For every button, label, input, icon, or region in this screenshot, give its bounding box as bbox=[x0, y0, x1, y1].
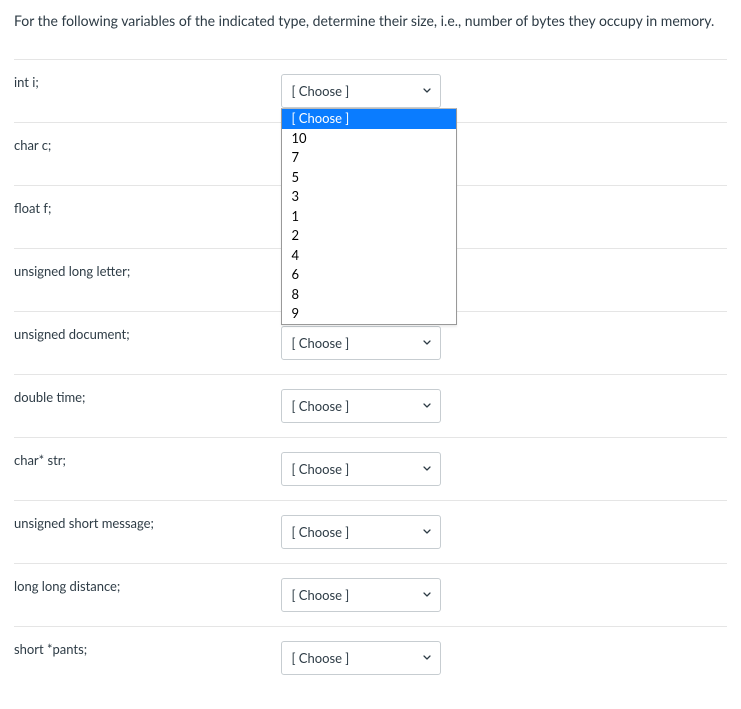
dropdown-option[interactable]: 1 bbox=[282, 207, 456, 227]
variable-row: long long distance;[ Choose ] bbox=[14, 563, 727, 626]
variable-label: long long distance; bbox=[14, 578, 281, 594]
variable-rows: int i;[ Choose ][ Choose ]10753124689cha… bbox=[14, 59, 727, 689]
variable-row: unsigned short message;[ Choose ] bbox=[14, 500, 727, 563]
dropdown-option[interactable]: 6 bbox=[282, 265, 456, 285]
size-select[interactable]: [ Choose ] bbox=[281, 641, 441, 675]
variable-label: float f; bbox=[14, 200, 281, 216]
size-select-wrap: [ Choose ] bbox=[281, 326, 441, 360]
dropdown-option[interactable]: 7 bbox=[282, 148, 456, 168]
size-select-wrap: [ Choose ][ Choose ]10753124689 bbox=[281, 74, 441, 108]
size-select-wrap: [ Choose ] bbox=[281, 578, 441, 612]
variable-label: double time; bbox=[14, 389, 281, 405]
size-select[interactable]: [ Choose ] bbox=[281, 74, 441, 108]
variable-label: unsigned document; bbox=[14, 326, 281, 342]
variable-label: unsigned long letter; bbox=[14, 263, 281, 279]
variable-row: int i;[ Choose ][ Choose ]10753124689 bbox=[14, 59, 727, 122]
variable-label: unsigned short message; bbox=[14, 515, 281, 531]
size-select[interactable]: [ Choose ] bbox=[281, 389, 441, 423]
size-select[interactable]: [ Choose ] bbox=[281, 578, 441, 612]
variable-row: double time;[ Choose ] bbox=[14, 374, 727, 437]
size-select-wrap: [ Choose ] bbox=[281, 515, 441, 549]
variable-label: int i; bbox=[14, 74, 281, 90]
dropdown-option[interactable]: 4 bbox=[282, 246, 456, 266]
size-select-wrap: [ Choose ] bbox=[281, 641, 441, 675]
question-prompt: For the following variables of the indic… bbox=[14, 10, 727, 31]
size-select[interactable]: [ Choose ] bbox=[281, 515, 441, 549]
size-dropdown: [ Choose ]10753124689 bbox=[281, 108, 457, 325]
dropdown-option[interactable]: 9 bbox=[282, 304, 456, 324]
variable-label: char* str; bbox=[14, 452, 281, 468]
variable-label: short *pants; bbox=[14, 641, 281, 657]
size-select-wrap: [ Choose ] bbox=[281, 452, 441, 486]
variable-label: char c; bbox=[14, 137, 281, 153]
size-select-wrap: [ Choose ] bbox=[281, 389, 441, 423]
dropdown-option[interactable]: 2 bbox=[282, 226, 456, 246]
dropdown-option[interactable]: 5 bbox=[282, 168, 456, 188]
size-select[interactable]: [ Choose ] bbox=[281, 326, 441, 360]
variable-row: short *pants;[ Choose ] bbox=[14, 626, 727, 689]
dropdown-option[interactable]: 10 bbox=[282, 129, 456, 149]
size-select[interactable]: [ Choose ] bbox=[281, 452, 441, 486]
dropdown-option[interactable]: [ Choose ] bbox=[282, 109, 456, 129]
dropdown-option[interactable]: 8 bbox=[282, 285, 456, 305]
dropdown-option[interactable]: 3 bbox=[282, 187, 456, 207]
variable-row: char* str;[ Choose ] bbox=[14, 437, 727, 500]
